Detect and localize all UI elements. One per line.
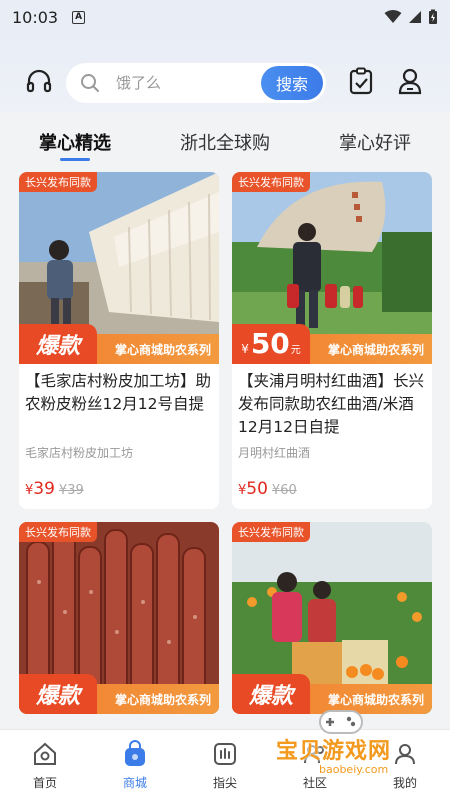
status-bar: 10:03 A <box>0 0 450 34</box>
search-input[interactable] <box>116 74 246 92</box>
original-price: ¥60 <box>271 483 297 498</box>
watermark-url: baobeiy.com <box>316 763 392 776</box>
nav-fingertip[interactable]: 指尖 <box>180 730 270 800</box>
product-card[interactable]: 长兴发布同款 掌心商城助农系列 爆款 <box>19 522 219 714</box>
tab-global-purchase[interactable]: 浙北全球购 <box>150 112 300 172</box>
banner-text: 掌心商城助农系列 <box>114 343 211 357</box>
promo-tag: 长兴发布同款 <box>19 522 97 542</box>
product-image[interactable]: 长兴发布同款 掌心商城助农系列 爆款 <box>19 522 219 714</box>
status-time: 10:03 <box>12 7 59 27</box>
badge-currency: ¥ <box>241 342 249 356</box>
status-icons <box>384 9 438 25</box>
nav-mall[interactable]: 商城 <box>90 730 180 800</box>
nav-label: 商城 <box>122 775 147 790</box>
watermark: 宝贝游戏网 baobeiy.com <box>268 705 418 785</box>
product-image[interactable]: 长兴发布同款 掌心商城助农系列 ¥50 元 <box>232 172 432 364</box>
signal-icon <box>409 11 421 23</box>
tab-featured[interactable]: 掌心精选 <box>0 112 150 172</box>
search-icon <box>80 72 102 94</box>
product-image[interactable]: 长兴发布同款 掌心商城助农系列 爆款 <box>19 172 219 364</box>
product-image[interactable]: 长兴发布同款 掌心商城助农系列 爆款 <box>232 522 432 714</box>
shop-name: 毛家店村粉皮加工坊 <box>25 446 134 460</box>
clipboard-check-icon[interactable] <box>345 65 377 97</box>
promo-tag: 长兴发布同款 <box>232 172 310 192</box>
battery-icon <box>429 9 437 24</box>
search-button[interactable]: 搜索 <box>261 66 323 100</box>
user-icon[interactable] <box>394 65 426 97</box>
fingertip-icon <box>211 740 239 768</box>
banner-text: 掌心商城助农系列 <box>114 693 211 707</box>
banner-text: 掌心商城助农系列 <box>327 343 424 357</box>
hot-badge: 爆款 <box>19 324 97 364</box>
shop-name: 月明村红曲酒 <box>238 446 311 460</box>
tab-reviews[interactable]: 掌心好评 <box>300 112 450 172</box>
promo-tag: 长兴发布同款 <box>19 172 97 192</box>
badge-price-value: 50 <box>250 327 290 360</box>
product-card[interactable]: 长兴发布同款 掌心商城助农系列 ¥50 元 【夹浦月明村红曲酒】长兴发布同款助农红… <box>232 172 432 509</box>
product-card[interactable]: 长兴发布同款 掌心商城助农系列 爆款 <box>232 522 432 714</box>
product-title: 【夹浦月明村红曲酒】长兴发布同款助农红曲酒/米酒12月12日自提 <box>238 372 425 436</box>
header: 搜索 <box>0 34 450 112</box>
price-row: ¥39 ¥39 <box>25 479 213 499</box>
price-badge: ¥50 元 <box>232 324 310 364</box>
hot-badge: 爆款 <box>19 674 97 714</box>
promo-tag: 长兴发布同款 <box>232 522 310 542</box>
wifi-icon <box>384 10 402 23</box>
price-value: 50 <box>246 479 268 499</box>
headphones-icon[interactable] <box>23 65 55 97</box>
nav-home[interactable]: 首页 <box>0 730 90 800</box>
nav-label: 首页 <box>32 775 57 790</box>
home-icon <box>31 740 59 768</box>
nav-label: 指尖 <box>212 775 237 790</box>
product-grid: 长兴发布同款 掌心商城助农系列 爆款 【毛家店村粉皮加工坊】助农粉皮粉丝12月1… <box>0 172 450 729</box>
current-price: ¥39 <box>25 479 55 499</box>
price-row: ¥50 ¥60 <box>238 479 426 499</box>
search-bar[interactable]: 搜索 <box>66 63 326 103</box>
category-tabs: 掌心精选 浙北全球购 掌心好评 <box>0 112 450 172</box>
price-value: 39 <box>33 479 55 499</box>
product-title: 【毛家店村粉皮加工坊】助农粉皮粉丝12月12号自提 <box>25 372 212 413</box>
current-price: ¥50 <box>238 479 268 499</box>
original-price: ¥39 <box>58 483 84 498</box>
notification-icon: A <box>72 10 86 24</box>
watermark-title: 宝贝游戏网 <box>276 739 392 764</box>
product-card[interactable]: 长兴发布同款 掌心商城助农系列 爆款 【毛家店村粉皮加工坊】助农粉皮粉丝12月1… <box>19 172 219 509</box>
shopping-bag-icon <box>121 739 149 768</box>
badge-unit: 元 <box>290 345 301 356</box>
